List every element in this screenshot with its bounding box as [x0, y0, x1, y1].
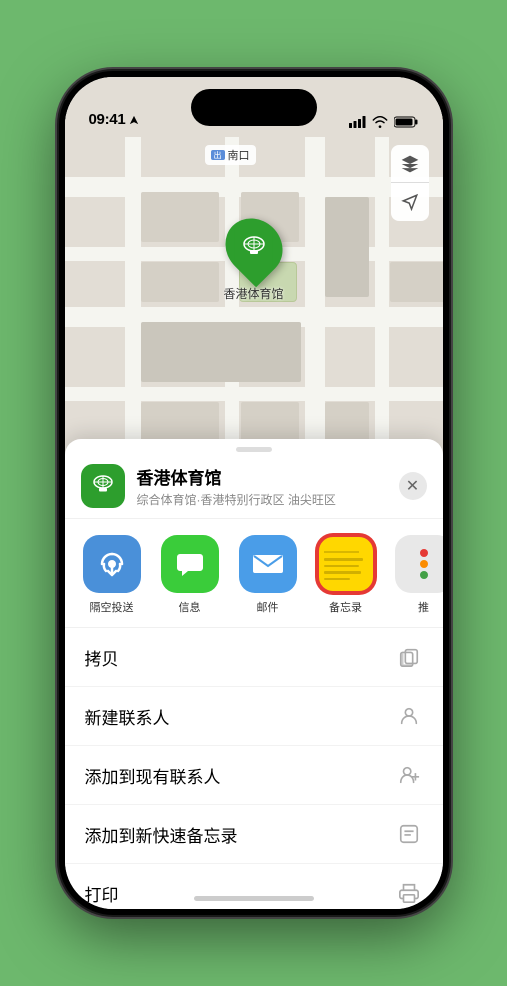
close-icon: ✕ [406, 476, 419, 496]
action-new-contact-label: 新建联系人 [85, 704, 170, 729]
phone-screen: 09:41 [65, 77, 443, 909]
map-label-icon: 出 [211, 150, 225, 160]
printer-symbol [398, 882, 420, 904]
location-header: 香港体育馆 综合体育馆·香港特别行政区 油尖旺区 ✕ [65, 452, 443, 519]
note-symbol [398, 823, 420, 845]
action-add-contact[interactable]: 添加到现有联系人 [65, 746, 443, 805]
action-list: 拷贝 新建联系人 [65, 628, 443, 909]
venue-subtitle: 综合体育馆·香港特别行政区 油尖旺区 [137, 491, 387, 508]
map-pin: 香港体育馆 [223, 217, 283, 302]
more-icon [395, 535, 443, 593]
pin-icon-inner [234, 228, 272, 266]
action-quick-note[interactable]: 添加到新快速备忘录 [65, 805, 443, 864]
wifi-icon [372, 116, 388, 128]
battery-icon [394, 116, 419, 128]
location-arrow-icon [129, 115, 139, 125]
color-dots [420, 549, 428, 579]
airdrop-label: 隔空投送 [90, 599, 134, 615]
copy-icon [395, 643, 423, 671]
action-copy-label: 拷贝 [85, 645, 119, 670]
status-time: 09:41 [89, 111, 126, 128]
pin-icon [213, 207, 294, 288]
airdrop-symbol [97, 549, 127, 579]
message-icon [161, 535, 219, 593]
action-new-contact[interactable]: 新建联系人 [65, 687, 443, 746]
venue-name: 香港体育馆 [137, 464, 387, 489]
signal-icon [349, 116, 366, 128]
message-symbol [175, 549, 205, 579]
person-symbol [398, 705, 420, 727]
share-item-more[interactable]: 推 [387, 535, 443, 615]
mail-label: 邮件 [257, 599, 279, 615]
notes-icon [317, 535, 375, 593]
status-icons [349, 116, 419, 128]
mail-icon [239, 535, 297, 593]
print-icon [395, 879, 423, 907]
dynamic-island [191, 89, 317, 126]
phone-frame: 09:41 [59, 71, 449, 915]
more-label: 推 [418, 599, 429, 615]
notes-label: 备忘录 [329, 599, 362, 615]
message-label: 信息 [179, 599, 201, 615]
bottom-sheet: 香港体育馆 综合体育馆·香港特别行政区 油尖旺区 ✕ [65, 439, 443, 909]
venue-stadium-icon [89, 472, 117, 500]
map-label-text: 南口 [228, 147, 250, 163]
map-area: 出 南口 [65, 77, 443, 497]
action-print[interactable]: 打印 [65, 864, 443, 909]
mail-symbol [253, 553, 283, 575]
quick-note-icon [395, 820, 423, 848]
location-info: 香港体育馆 综合体育馆·香港特别行政区 油尖旺区 [137, 464, 387, 508]
venue-icon [81, 464, 125, 508]
map-south-entrance-label: 出 南口 [205, 145, 256, 165]
map-layers-button[interactable] [391, 145, 429, 183]
action-quick-note-label: 添加到新快速备忘录 [85, 822, 238, 847]
map-controls [391, 145, 429, 221]
location-button[interactable] [391, 183, 429, 221]
person-add-symbol [398, 764, 420, 786]
action-print-label: 打印 [85, 881, 119, 906]
copy-symbol [398, 646, 420, 668]
action-add-contact-label: 添加到现有联系人 [85, 763, 221, 788]
home-indicator [194, 896, 314, 901]
share-item-message[interactable]: 信息 [153, 535, 227, 615]
new-contact-icon [395, 702, 423, 730]
share-item-notes[interactable]: 备忘录 [309, 535, 383, 615]
pin-label: 香港体育馆 [223, 285, 283, 302]
airdrop-icon [83, 535, 141, 593]
add-contact-icon [395, 761, 423, 789]
share-row: 隔空投送 信息 [65, 519, 443, 628]
stadium-icon [239, 233, 267, 261]
action-copy[interactable]: 拷贝 [65, 628, 443, 687]
close-button[interactable]: ✕ [399, 472, 427, 500]
share-item-mail[interactable]: 邮件 [231, 535, 305, 615]
share-item-airdrop[interactable]: 隔空投送 [75, 535, 149, 615]
